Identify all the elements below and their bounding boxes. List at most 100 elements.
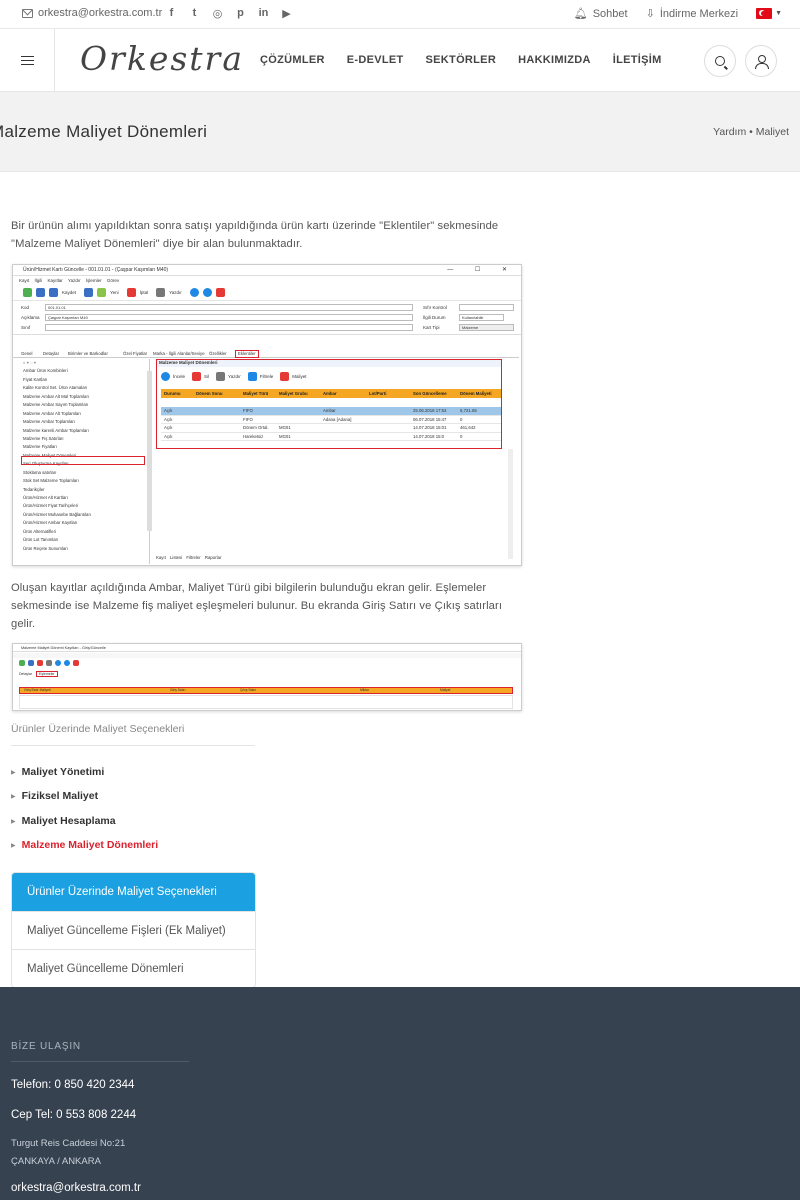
sinif-field[interactable]: [45, 324, 413, 331]
tab-birimler[interactable]: Birimler ve Barkodlar: [68, 349, 108, 358]
nav-iletisim[interactable]: İLETİŞİM: [613, 54, 662, 66]
col-son-guncelleme[interactable]: Son Güncelleme: [413, 389, 447, 398]
footer-phone[interactable]: Telefon: 0 850 420 2344: [11, 1079, 134, 1091]
download-center-link[interactable]: ⇩ İndirme Merkezi: [646, 7, 738, 21]
nav-sektorler[interactable]: SEKTÖRLER: [426, 54, 497, 66]
tab-ozellikler[interactable]: Özellikler: [209, 349, 227, 358]
aciklama-field[interactable]: Çaşpar Kaşımları M40: [45, 314, 413, 321]
chat-link[interactable]: 🔔︎ Sohbet: [574, 7, 628, 21]
hamburger-menu-button[interactable]: [0, 29, 55, 92]
col-durumu[interactable]: Durumu: [164, 389, 180, 398]
attachment-item[interactable]: Malzeme Fiyatları: [13, 443, 149, 451]
chevron-down-icon[interactable]: ▼: [775, 10, 782, 17]
grid-row[interactable]: Açık FIFO Ambar 25.06.2018 17:53 5,721.65: [161, 407, 501, 416]
col-maliyet-grubu[interactable]: Maliyet Grubu: [279, 389, 308, 398]
tab-raporlar[interactable]: Raporlar: [205, 555, 221, 560]
instagram-icon[interactable]: ◎: [206, 7, 229, 20]
attachment-item[interactable]: Ambar Ürün Kombinleri: [13, 367, 149, 375]
tab-filtreler[interactable]: Filtreler: [186, 555, 200, 560]
tab-detaylar[interactable]: Detaylar: [43, 349, 59, 358]
tab-kayit-listesi[interactable]: Kayıt Listesi: [156, 555, 182, 560]
attachment-item[interactable]: Ürün Lot Tanımları: [13, 536, 149, 544]
tab-ozel-fiyatlar[interactable]: Özel Fiyatlar: [123, 349, 147, 358]
footer-mobile[interactable]: Cep Tel: 0 553 808 2244: [11, 1109, 136, 1121]
grid-cell: Açık: [164, 425, 173, 430]
highlight-box: [21, 456, 145, 465]
attachment-item[interactable]: Malzeme Ambar Alt Mal Toplamları: [13, 393, 149, 401]
facebook-icon[interactable]: f: [160, 7, 183, 20]
attachment-item[interactable]: Stoklama satırları: [13, 469, 149, 477]
attachment-item[interactable]: Ürün Alternatifleri: [13, 528, 149, 536]
account-button[interactable]: [745, 45, 777, 77]
search-button[interactable]: [704, 45, 736, 77]
grid-cell: FIFO: [243, 408, 253, 413]
s2-tab-eslemeler[interactable]: Eşlemeler: [36, 671, 58, 677]
left-scrollbar[interactable]: [147, 371, 152, 531]
tab-genel[interactable]: Genel: [21, 349, 32, 358]
breadcrumb[interactable]: Yardım • Maliyet: [713, 126, 789, 138]
attachment-item[interactable]: Ürün/Hizmet Alt Kartları: [13, 494, 149, 502]
col-donem-sonu[interactable]: Dönem Sonu: [196, 389, 223, 398]
s2-title-bar: Malzeme Maliyet Dönemi Kayıtları - Giriş…: [13, 644, 521, 652]
grid-row[interactable]: Açık FIFO Adana [Adana] 06.07.2018 15:47 0: [161, 416, 501, 424]
print-label[interactable]: Yazdır: [228, 374, 241, 379]
col-ambar[interactable]: Ambar: [323, 389, 337, 398]
s2-tab-detaylar[interactable]: Detaylar: [19, 672, 32, 676]
attachment-item[interactable]: Kalite Kontrol Set. Ürün Atamaları: [13, 384, 149, 392]
filter-label[interactable]: Filtrele: [260, 374, 274, 379]
grid-cell: 5,721.65: [460, 408, 477, 413]
tab-eklentiler[interactable]: Eklentiler: [235, 350, 259, 358]
pinterest-icon[interactable]: p: [229, 7, 252, 20]
link-maliyet-yonetimi[interactable]: ▶ Maliyet Yönetimi: [11, 766, 104, 778]
col-lot-parti[interactable]: Lot/Parti: [369, 389, 386, 398]
ilgili-durum-select[interactable]: Kullanılabilir: [459, 314, 504, 321]
attachment-item[interactable]: Malzeme Ambar Toplamları: [13, 418, 149, 426]
list-header[interactable]: Ürünler Üzerinde Maliyet Seçenekleri: [12, 873, 255, 911]
nav-cozumler[interactable]: ÇÖZÜMLER: [260, 54, 325, 66]
list-item-guncelleme-donemleri[interactable]: Maliyet Güncelleme Dönemleri: [12, 949, 255, 987]
cost-label[interactable]: Maliyet: [292, 374, 306, 379]
s2-toolbar: [13, 660, 521, 669]
kart-tipi-field[interactable]: Malzeme: [459, 324, 514, 331]
logo[interactable]: Orkestra: [80, 39, 244, 78]
attachment-item[interactable]: Malzeme Ambar Alt Toplamları: [13, 410, 149, 418]
tab-marka[interactable]: Marka - İlgili Alanlar/Seviye: [153, 349, 205, 358]
turkish-flag-icon[interactable]: [756, 8, 773, 19]
attachment-item[interactable]: Malzeme karenli Ambar Toplamları: [13, 427, 149, 435]
email-link[interactable]: orkestra@orkestra.com.tr: [22, 7, 162, 19]
col-maliyet-turu[interactable]: Maliyet Türü: [243, 389, 268, 398]
attachment-item[interactable]: Stok Set Malzeme Toplamları: [13, 477, 149, 485]
nav-hakkimizda[interactable]: HAKKIMIZDA: [518, 54, 591, 66]
link-maliyet-hesaplama[interactable]: ▶ Maliyet Hesaplama: [11, 815, 116, 827]
attachment-item[interactable]: Ürün/Hizmet Ambar Kayıtları: [13, 519, 149, 527]
attachment-item[interactable]: Tedarikçiler: [13, 486, 149, 494]
ilgili-durum-value: Kullanılabilir: [462, 315, 484, 320]
main-header: Orkestra ÇÖZÜMLER E-DEVLET SEKTÖRLER HAK…: [0, 29, 800, 92]
sifir-kontrol-field[interactable]: [459, 304, 514, 311]
grid-row[interactable]: Açık Hareketsiz MG01 14.07.2018 15:0 0: [161, 433, 501, 441]
attachment-item[interactable]: Ürün/Hizmet Fiyat Tarihçeleri: [13, 502, 149, 510]
chat-label: Sohbet: [592, 7, 628, 20]
caret-right-icon: ▶: [11, 818, 16, 825]
kod-field[interactable]: 001.01.01: [45, 304, 413, 311]
attachment-item[interactable]: Fiyat Kartları: [13, 376, 149, 384]
twitter-icon[interactable]: t: [183, 7, 206, 20]
nav-e-devlet[interactable]: E-DEVLET: [347, 54, 404, 66]
inspect-label[interactable]: İncele: [173, 374, 185, 379]
youtube-icon[interactable]: ▶: [275, 7, 298, 20]
attachment-item[interactable]: Ürün/Hizmet Muhasebe Bağlantıları: [13, 511, 149, 519]
attachment-item[interactable]: Malzeme Ambar Sayım Toplamları: [13, 401, 149, 409]
list-item-ek-maliyet[interactable]: Maliyet Güncelleme Fişleri (Ek Maliyet): [12, 911, 255, 949]
s2-menu: [13, 653, 521, 658]
delete-label[interactable]: Sil: [204, 374, 209, 379]
link-malzeme-maliyet-donemleri[interactable]: ▶ Malzeme Maliyet Dönemleri: [11, 839, 158, 851]
link-fiziksel-maliyet[interactable]: ▶ Fiziksel Maliyet: [11, 790, 98, 802]
footer-email[interactable]: orkestra@orkestra.com.tr: [11, 1182, 141, 1194]
grid-cell: MG01: [279, 425, 291, 430]
attachment-item[interactable]: Ürün Reçete Sunumları: [13, 545, 149, 553]
col-donem-maliyeti[interactable]: Dönem Maliyeti: [460, 389, 492, 398]
grid-scrollbar[interactable]: [508, 449, 513, 559]
grid-row[interactable]: Açık Dönem Ortal. MG01 14.07.2018 15:01 461,…: [161, 424, 501, 433]
attachment-item[interactable]: Malzeme Fiş Satırları: [13, 435, 149, 443]
linkedin-icon[interactable]: in: [252, 7, 275, 20]
